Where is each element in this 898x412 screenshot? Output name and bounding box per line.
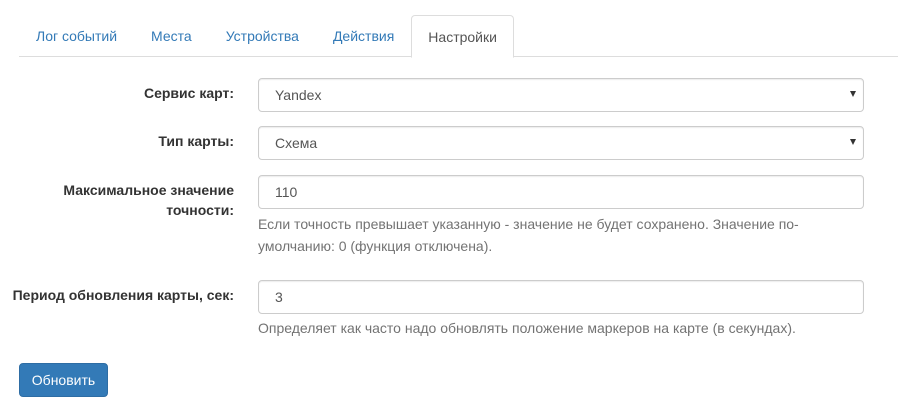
map-service-select[interactable]: Yandex <box>258 78 864 112</box>
tab-devices[interactable]: Устройства <box>209 15 316 57</box>
map-type-value: Схема <box>275 135 318 151</box>
tab-places[interactable]: Места <box>134 15 209 57</box>
tab-actions[interactable]: Действия <box>316 15 411 57</box>
refresh-period-label: Период обновления карты, сек: <box>12 287 234 303</box>
max-accuracy-label-line1: Максимальное значение <box>63 182 234 198</box>
max-accuracy-help: Если точность превышает указанную - знач… <box>258 213 833 257</box>
refresh-period-input[interactable]: 3 <box>258 280 864 314</box>
max-accuracy-value: 110 <box>275 184 298 200</box>
map-service-label: Сервис карт: <box>143 85 234 101</box>
max-accuracy-help-line1: Если точность превышает указанную - знач… <box>258 216 799 232</box>
refresh-period-help: Определяет как часто надо обновлять поло… <box>258 320 796 336</box>
refresh-period-value: 3 <box>275 289 283 305</box>
nav-tabs: Лог событий Места Устройства Действия На… <box>19 15 898 58</box>
map-service-value: Yandex <box>275 87 322 103</box>
tab-settings[interactable]: Настройки <box>411 15 514 58</box>
max-accuracy-help-line2: умолчанию: 0 (функция отключена). <box>258 238 493 254</box>
max-accuracy-input[interactable]: 110 <box>258 175 864 209</box>
map-type-select[interactable]: Схема <box>258 126 864 160</box>
tab-event-log[interactable]: Лог событий <box>19 15 134 57</box>
max-accuracy-label-line2: точности: <box>166 202 234 218</box>
update-button[interactable]: Обновить <box>19 363 108 397</box>
chevron-down-icon <box>850 139 856 145</box>
max-accuracy-label: Максимальное значение точности: <box>0 180 234 220</box>
map-type-label: Тип карты: <box>158 133 234 149</box>
chevron-down-icon <box>850 91 856 97</box>
